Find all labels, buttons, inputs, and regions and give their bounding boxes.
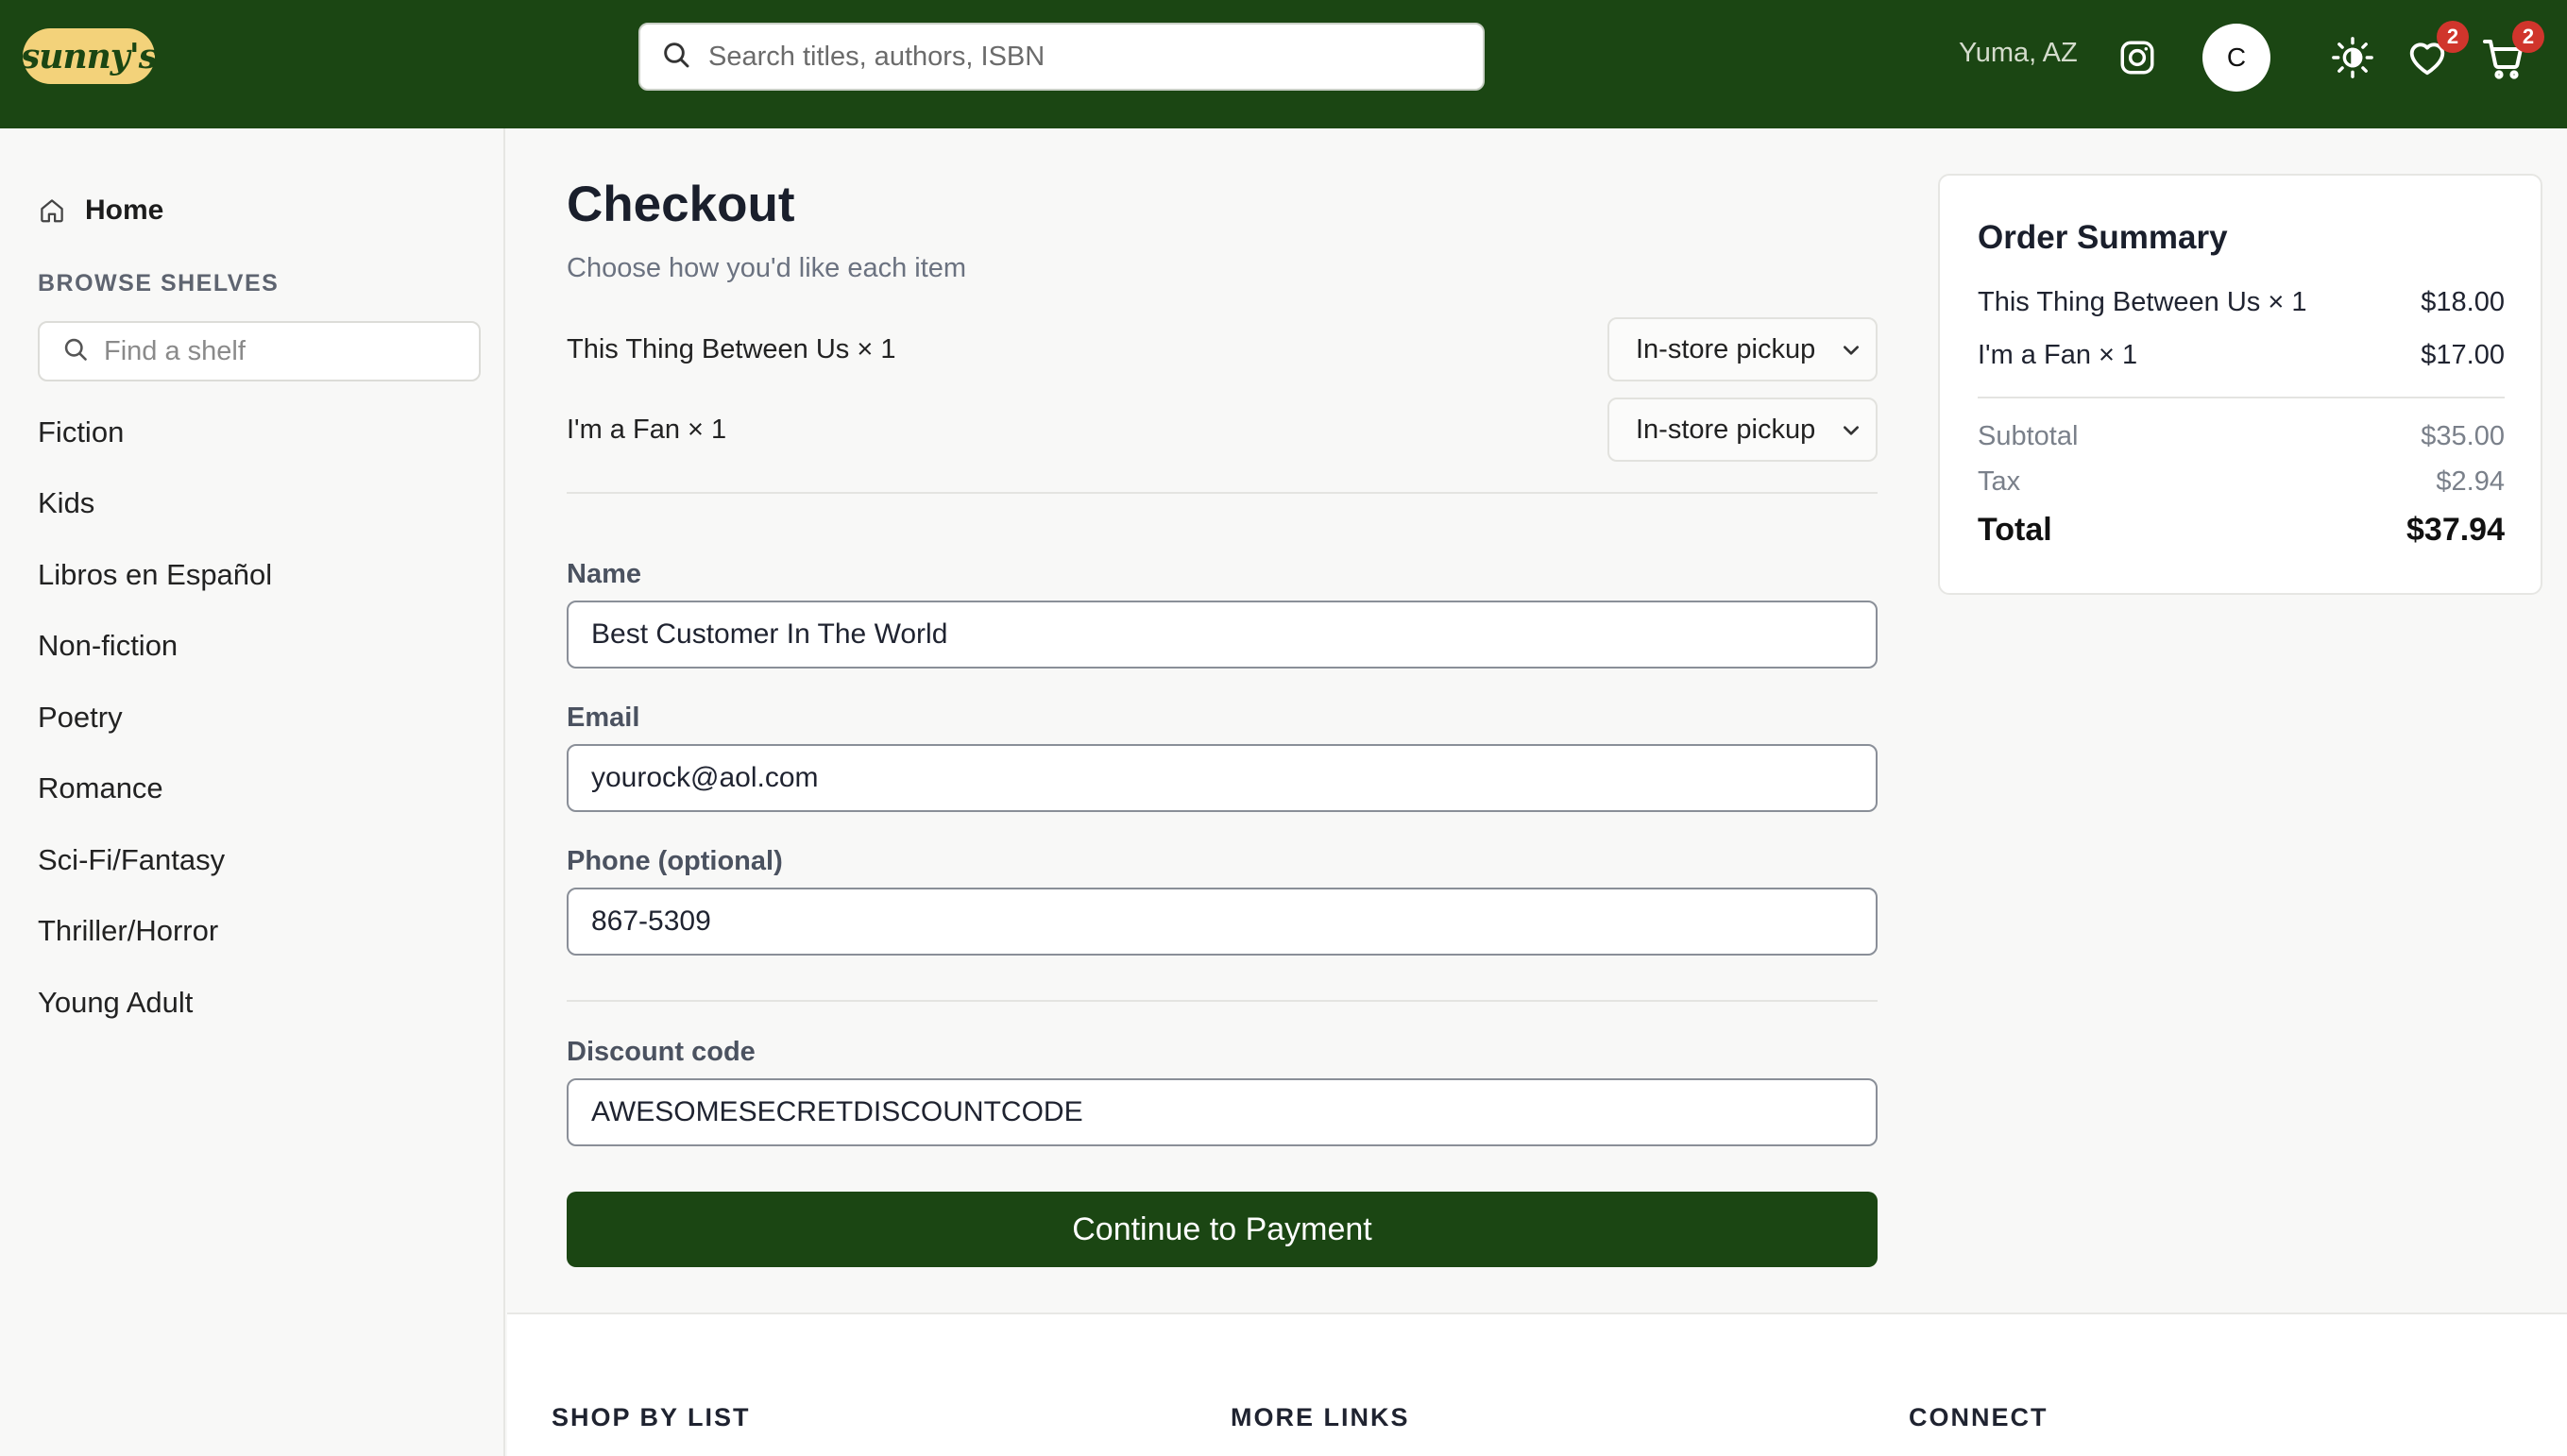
shelf-list: Fiction Kids Libros en Español Non-ficti… [38,397,272,1039]
order-summary-title: Order Summary [1978,219,2228,256]
chevron-down-icon [1844,346,1859,355]
section-divider [567,492,1878,494]
shelf-item-romance[interactable]: Romance [38,753,272,825]
checkout-item-row: I'm a Fan × 1 In-store pickup [567,398,1878,462]
discount-code-field[interactable] [567,1078,1878,1146]
user-avatar[interactable]: C [2202,24,2270,92]
shelf-search-input[interactable] [104,335,463,367]
shelf-item-young-adult[interactable]: Young Adult [38,967,272,1039]
shelf-item-libros-en-espanol[interactable]: Libros en Español [38,539,272,611]
fulfillment-select[interactable]: In-store pickup [1607,317,1878,381]
shelf-item-kids[interactable]: Kids [38,468,272,540]
summary-line-item: I'm a Fan × 1 $17.00 [1978,340,2505,371]
tax-row: Tax $2.94 [1978,466,2505,498]
subtotal-label: Subtotal [1978,421,2079,451]
summary-item-name: This Thing Between Us × 1 [1978,287,2307,317]
instagram-icon[interactable] [2117,38,2157,77]
shelf-item-sci-fi-fantasy[interactable]: Sci-Fi/Fantasy [38,824,272,896]
sidebar: Home BROWSE SHELVES Fiction Kids Libros … [0,128,505,1456]
discount-label: Discount code [567,1037,756,1067]
tax-value: $2.94 [2436,466,2505,497]
total-value: $37.94 [2406,512,2505,548]
shelf-item-thriller-horror[interactable]: Thriller/Horror [38,896,272,968]
footer-heading-connect: CONNECT [1909,1403,2048,1431]
summary-item-price: $17.00 [2421,340,2505,370]
continue-to-payment-button[interactable]: Continue to Payment [567,1192,1878,1267]
search-icon [62,336,89,367]
sidebar-home-link[interactable]: Home [38,195,163,227]
shelf-item-non-fiction[interactable]: Non-fiction [38,611,272,683]
summary-divider [1978,397,2505,398]
store-location[interactable]: Yuma, AZ [1959,38,2078,69]
phone-label: Phone (optional) [567,846,783,876]
wishlist-count-badge: 2 [2437,21,2469,53]
sidebar-home-label: Home [85,195,164,226]
theme-toggle-icon[interactable] [2331,36,2374,79]
checkout-item-row: This Thing Between Us × 1 In-store picku… [567,317,1878,381]
tax-label: Tax [1978,466,2021,497]
summary-line-item: This Thing Between Us × 1 $18.00 [1978,287,2505,318]
shelf-item-poetry[interactable]: Poetry [38,682,272,753]
email-field[interactable] [567,744,1878,812]
total-row: Total $37.94 [1978,512,2505,549]
shelf-search-box[interactable] [38,321,481,381]
order-summary-card: Order Summary This Thing Between Us × 1 … [1938,174,2542,595]
fulfillment-select-value: In-store pickup [1636,414,1816,445]
browse-shelves-heading: BROWSE SHELVES [38,270,280,296]
store-logo[interactable]: sunny's [21,28,158,84]
site-search-input[interactable] [708,41,1464,73]
subtotal-value: $35.00 [2421,421,2505,451]
site-search-box[interactable] [638,23,1485,91]
site-footer: SHOP BY LIST MORE LINKS CONNECT [507,1312,2567,1456]
top-header: sunny's Yuma, AZ C 2 2 [0,0,2567,128]
fulfillment-select[interactable]: In-store pickup [1607,398,1878,462]
name-label: Name [567,559,641,589]
phone-field[interactable] [567,888,1878,956]
summary-item-price: $18.00 [2421,287,2505,317]
page-title: Checkout [567,177,795,232]
footer-heading-more-links: MORE LINKS [1231,1403,1410,1431]
name-field[interactable] [567,601,1878,669]
checkout-item-name: I'm a Fan × 1 [567,415,727,445]
email-label: Email [567,703,640,733]
search-icon [661,40,691,75]
subtotal-row: Subtotal $35.00 [1978,421,2505,452]
footer-heading-shop-by-list: SHOP BY LIST [552,1403,751,1431]
cart-count-badge: 2 [2512,21,2544,53]
section-divider [567,1000,1878,1002]
page-subtitle: Choose how you'd like each item [567,253,967,283]
shelf-item-fiction[interactable]: Fiction [38,397,272,468]
fulfillment-select-value: In-store pickup [1636,333,1816,364]
home-icon [41,199,63,223]
summary-item-name: I'm a Fan × 1 [1978,340,2138,370]
checkout-item-name: This Thing Between Us × 1 [567,334,896,364]
total-label: Total [1978,512,2052,548]
chevron-down-icon [1844,426,1859,435]
